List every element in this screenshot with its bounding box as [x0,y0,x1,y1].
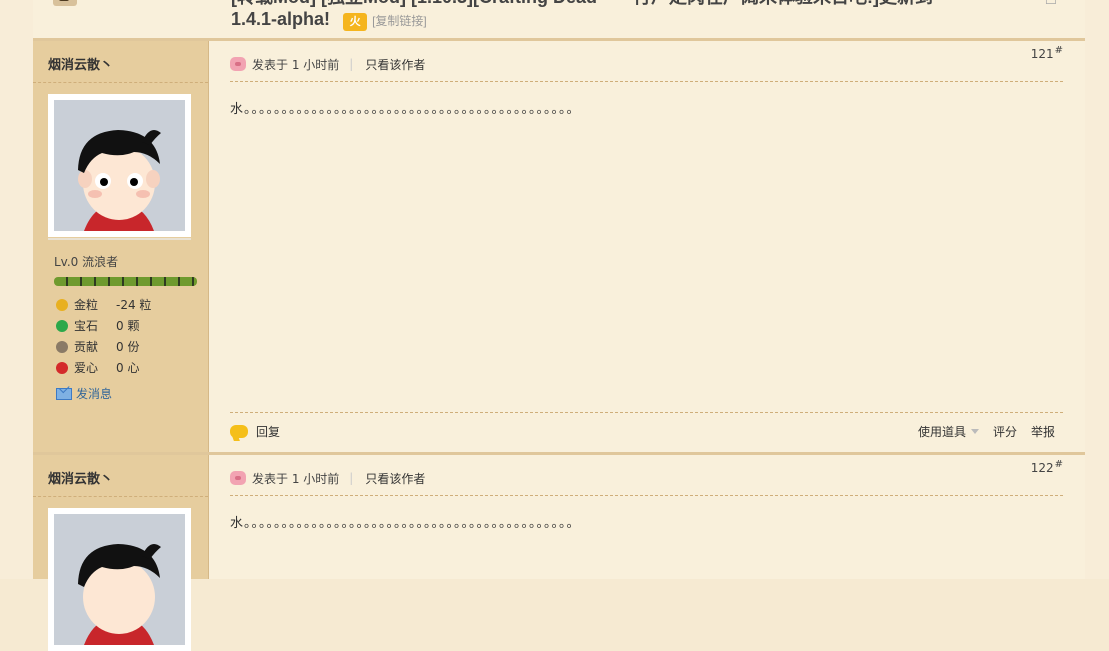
gem-icon [56,319,68,332]
avatar[interactable] [48,508,191,651]
author-divider [33,82,208,83]
chevron-down-icon [970,429,979,434]
stat-row-gold: 金粒 -24 粒 [56,294,206,315]
top-avatar-fragment [53,0,77,6]
right-page-margin [1085,0,1109,579]
send-message-link[interactable]: 发消息 [56,385,112,402]
meta-divider [230,495,1063,496]
thread-title-line1: [转载Mod] [独立Mod] [1.10.3][Crafting Dead——… [231,0,1001,8]
only-author-link[interactable]: 只看该作者 [365,470,425,487]
avatar[interactable] [48,94,191,237]
post-121: 烟消云散丶 Lv.0 流浪者 金粒 -24 粒 宝石 0 颗 贡献 0 份 爱心… [33,41,1085,453]
floor-hash: # [1054,459,1063,470]
floor-number-value: 122 [1030,461,1054,475]
stat-row-heart: 爱心 0 心 [56,357,206,378]
reply-label: 回复 [256,425,281,439]
meta-separator: | [349,471,354,485]
post-meta: 发表于 1 小时前 | 只看该作者 [230,55,1063,73]
thread-title-line2: 1.4.1-alpha! [231,9,331,29]
stat-value: 0 颗 [116,319,140,333]
post-body: 水。。。。。。。。。。。。。。。。。。。。。。。。。。。。。。。。。。。。。。。… [230,516,581,531]
author-name[interactable]: 烟消云散丶 [48,54,113,73]
thread-header: [转载Mod] [独立Mod] [1.10.3][Crafting Dead——… [33,0,1085,41]
stat-value: 0 心 [116,361,140,375]
floor-number-value: 121 [1030,47,1054,61]
post-time: 发表于 1 小时前 [252,471,340,486]
thread-header-icons: ▭ [1045,0,1057,9]
stat-label: 爱心 [74,361,99,375]
post-actions: 回复 使用道具 评分 举报 [230,423,1055,443]
gold-icon [56,298,68,311]
stat-label: 宝石 [74,319,99,333]
thread-title: [转载Mod] [独立Mod] [1.10.3][Crafting Dead——… [231,0,1001,32]
stat-label: 金粒 [74,298,99,312]
reply-button[interactable]: 回复 [230,423,280,440]
rate-button[interactable]: 评分 [993,423,1017,440]
pig-icon [230,471,246,485]
post-content: 发表于 1 小时前 | 只看该作者 122# 水。。。。。。。。。。。。。。。。… [230,455,1063,579]
user-level[interactable]: Lv.0 流浪者 [54,253,118,270]
floor-number[interactable]: 122# [1031,459,1063,475]
hot-thread-icon: 火 [343,13,368,31]
avatar-image [54,100,185,231]
floor-hash: # [1054,45,1063,56]
stat-value: -24 粒 [116,298,152,312]
avatar-shadow [48,238,191,240]
meta-divider [230,81,1063,82]
author-name[interactable]: 烟消云散丶 [48,468,113,487]
copy-link-button[interactable]: [复制链接] [372,14,427,28]
tool-actions: 使用道具 评分 举报 [918,423,1055,440]
pig-icon [230,57,246,71]
contribution-icon [56,340,68,353]
stat-value: 0 份 [116,340,140,354]
print-icon[interactable]: ▭ [1045,0,1057,9]
mail-icon [56,387,72,400]
stat-row-gem: 宝石 0 颗 [56,315,206,336]
stat-label: 贡献 [74,340,99,354]
use-tool-label: 使用道具 [917,425,966,439]
author-sidebar: 烟消云散丶 [33,41,209,453]
author-divider [33,496,208,497]
send-message-label: 发消息 [76,387,113,401]
post-meta: 发表于 1 小时前 | 只看该作者 [230,469,1063,487]
only-author-link[interactable]: 只看该作者 [365,56,425,73]
heart-icon [56,361,68,374]
meta-separator: | [349,57,354,71]
report-button[interactable]: 举报 [1031,423,1055,440]
author-sidebar: 烟消云散丶 [33,455,209,651]
footer-divider [230,412,1063,413]
use-tool-dropdown[interactable]: 使用道具 [918,423,979,440]
post-time: 发表于 1 小时前 [252,57,340,72]
reply-icon [230,425,248,438]
left-page-margin [0,0,33,579]
level-progress-bar [54,277,197,286]
avatar-image [54,514,185,645]
stat-row-contribution: 贡献 0 份 [56,336,206,357]
level-progress-fill [54,277,197,286]
floor-number[interactable]: 121# [1031,45,1063,61]
post-content: 发表于 1 小时前 | 只看该作者 121# 水。。。。。。。。。。。。。。。。… [230,41,1063,453]
post-body: 水。。。。。。。。。。。。。。。。。。。。。。。。。。。。。。。。。。。。。。。… [230,102,581,117]
post-122: 烟消云散丶 发表于 1 小时前 | 只看该作者 122# 水。。。。。。。。。。… [33,455,1085,651]
user-stats: 金粒 -24 粒 宝石 0 颗 贡献 0 份 爱心 0 心 [56,294,206,378]
